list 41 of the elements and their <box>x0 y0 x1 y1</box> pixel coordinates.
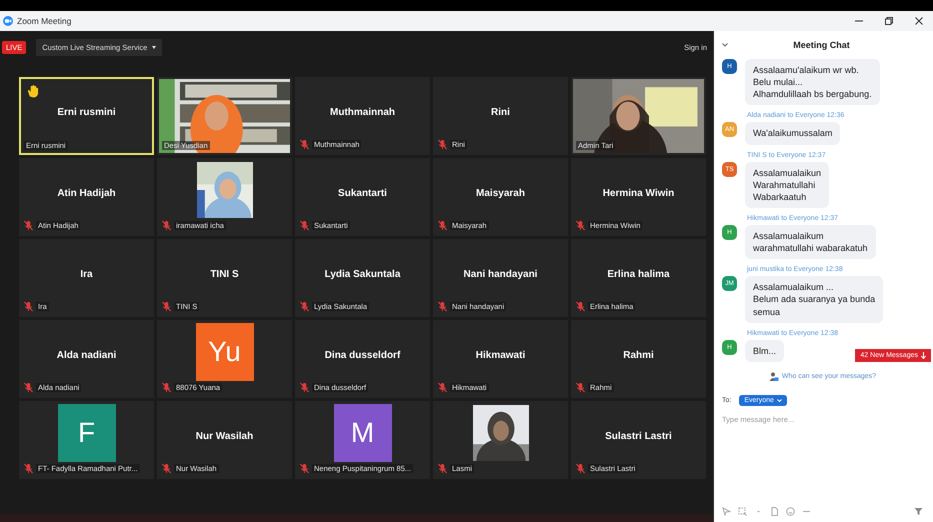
message-bubble: Assalamualaikum ... Belum ada suaranya ya bunda semua <box>745 276 884 323</box>
participant-name: Dina dusseldorf <box>324 350 400 360</box>
participant-name: Maisyarah <box>476 188 525 198</box>
participant-avatar: F <box>58 404 116 462</box>
emoji-icon[interactable] <box>786 507 795 516</box>
restore-icon[interactable] <box>885 17 893 25</box>
chat-title: Meeting Chat <box>792 40 851 50</box>
participant-avatar: M <box>334 404 392 462</box>
filter-icon[interactable] <box>914 507 923 516</box>
message-bubble: Assalaamu'alaikum wr wb. Belu mulai... Alhamdulillaah bs bergabung. <box>745 59 880 106</box>
participant-name: Rini <box>491 106 510 118</box>
participant-name: Lydia Sakuntala <box>324 268 400 280</box>
participant-name: Rahmi <box>623 350 654 360</box>
message-bubble: Assalamualaikun Warahmatullahi Wabarkaatuh <box>745 162 830 208</box>
caret-icon <box>152 46 156 48</box>
file-icon[interactable] <box>770 507 779 516</box>
caret-icon <box>776 398 782 402</box>
app-logo-icon <box>3 16 13 26</box>
participant-name: Sukantarti <box>338 188 387 198</box>
participant-name: Sulastri Lastri <box>605 430 672 442</box>
participant-name: Hermina Wiwin <box>602 188 674 198</box>
participant-name: Atin Hadijah <box>57 188 116 198</box>
participant-avatar: Yu <box>196 323 254 381</box>
participant-name: TINI S <box>210 268 239 280</box>
participant-name: Hikmawati <box>476 350 526 360</box>
screenshot-icon[interactable] <box>738 507 747 516</box>
arrow-down-icon <box>921 352 926 359</box>
participant-name: Alda nadiani <box>56 350 116 360</box>
chevron-down-icon[interactable] <box>722 43 728 47</box>
message-bubble: Assalamualaikum warahmatullahi wabarakatuh <box>745 224 876 260</box>
message-bubble: Blm... <box>745 340 784 362</box>
participant-name: Nur Wasilah <box>196 430 254 442</box>
person-lock-icon <box>768 372 779 381</box>
window-title: Zoom Meeting <box>17 16 72 26</box>
participant-name: Muthmainnah <box>330 106 395 118</box>
participant-name: Erlina halima <box>607 268 670 280</box>
participant-name: Nani handayani <box>464 268 538 280</box>
participant-name: Erni rusmini <box>57 106 116 118</box>
message-bubble: Wa'alaikumussalam <box>745 122 840 145</box>
participant-name: Ira <box>80 268 93 280</box>
close-icon[interactable] <box>915 17 923 25</box>
